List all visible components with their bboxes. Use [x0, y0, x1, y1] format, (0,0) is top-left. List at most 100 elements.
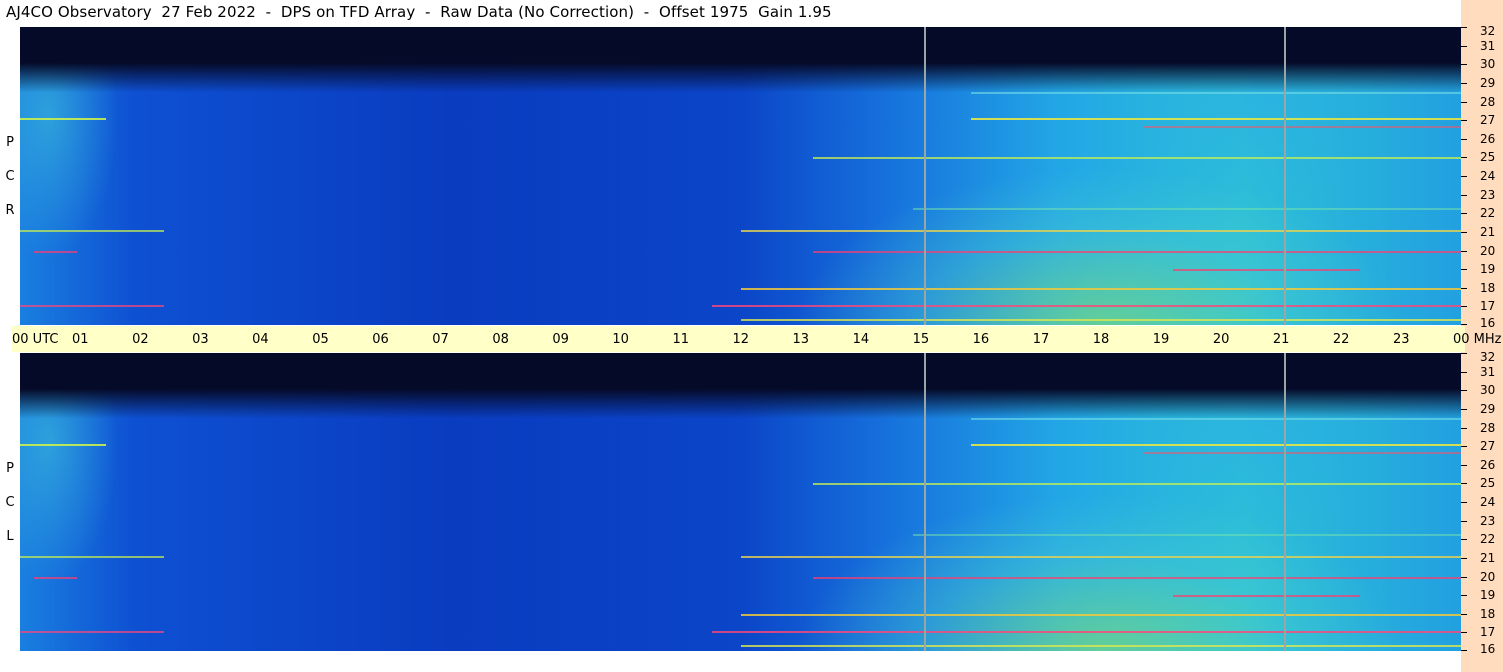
emission-band	[813, 483, 1461, 485]
frequency-tick	[1461, 83, 1467, 84]
emission-band	[1173, 595, 1360, 597]
frequency-tick-label: 21	[1480, 225, 1496, 239]
emission-band	[813, 251, 1461, 253]
emission-band	[1144, 126, 1461, 128]
frequency-tick-label: 29	[1480, 402, 1496, 416]
frequency-tick	[1461, 157, 1467, 158]
emission-band	[20, 444, 106, 446]
emission-band	[20, 631, 164, 633]
frequency-tick	[1461, 306, 1467, 307]
frequency-tick-label: 31	[1480, 365, 1496, 379]
utc-tick-label: 17	[1032, 332, 1050, 347]
frequency-tick	[1461, 46, 1467, 47]
frequency-tick-label: 28	[1480, 95, 1496, 109]
utc-tick-label: 00 MHz	[1453, 332, 1502, 347]
emission-band	[20, 118, 106, 120]
frequency-tick-label: 16	[1480, 316, 1496, 330]
frequency-tick-label: 25	[1480, 150, 1496, 164]
utc-tick-label: 12	[732, 332, 750, 347]
frequency-tick	[1461, 409, 1467, 410]
frequency-tick-label: 18	[1480, 607, 1496, 621]
frequency-tick	[1461, 539, 1467, 540]
frequency-tick	[1461, 139, 1467, 140]
frequency-tick	[1461, 595, 1467, 596]
emission-band	[20, 305, 164, 307]
emission-band	[741, 614, 1461, 616]
frequency-tick	[1461, 27, 1467, 28]
frequency-tick-label: 26	[1480, 458, 1496, 472]
frequency-tick-label: 25	[1480, 476, 1496, 490]
emission-band	[34, 251, 77, 253]
pol-letter: P	[6, 135, 14, 150]
frequency-tick-label: 22	[1480, 206, 1496, 220]
emission-band	[20, 556, 164, 558]
vertical-marker-line	[1284, 353, 1286, 651]
utc-tick-label: 00 UTC	[12, 332, 59, 347]
emission-band	[813, 577, 1461, 579]
frequency-tick-label: 30	[1480, 57, 1496, 71]
pol-letter: C	[5, 495, 15, 510]
utc-tick-label: 04	[252, 332, 269, 347]
utc-tick-label: 15	[912, 332, 930, 347]
emission-band	[741, 288, 1461, 290]
utc-tick-label: 03	[192, 332, 209, 347]
emission-band	[741, 319, 1461, 321]
frequency-tick	[1461, 632, 1467, 633]
frequency-tick	[1461, 428, 1467, 429]
frequency-tick-label: 30	[1480, 383, 1496, 397]
frequency-tick	[1461, 614, 1467, 615]
frequency-tick	[1461, 558, 1467, 559]
frequency-tick	[1461, 251, 1467, 252]
emission-band	[813, 157, 1461, 159]
frequency-tick-label: 31	[1480, 39, 1496, 53]
frequency-axis-top: 32 31 30 29 28 27 26 25 24 23 22 21 20 19 18 17 16	[1461, 25, 1503, 329]
utc-tick-label: 22	[1332, 332, 1350, 347]
frequency-tick-label: 16	[1480, 642, 1496, 656]
emission-band	[971, 444, 1461, 446]
pol-letter: R	[5, 203, 15, 218]
rcp-spectrogram	[20, 27, 1461, 325]
frequency-tick-label: 17	[1480, 625, 1496, 639]
utc-tick-label: 21	[1272, 332, 1290, 347]
emission-band	[1144, 452, 1461, 454]
frequency-tick-label: 22	[1480, 532, 1496, 546]
frequency-tick	[1461, 64, 1467, 65]
frequency-tick-label: 17	[1480, 299, 1496, 313]
emission-band	[971, 92, 1461, 94]
frequency-tick-label: 20	[1480, 244, 1496, 258]
pol-letter: C	[5, 169, 15, 184]
lcp-spectrogram	[20, 353, 1461, 651]
frequency-tick-label: 23	[1480, 514, 1496, 528]
frequency-tick	[1461, 120, 1467, 121]
frequency-tick-label: 19	[1480, 262, 1496, 276]
frequency-tick	[1461, 650, 1467, 651]
utc-tick-label: 13	[792, 332, 810, 347]
emission-band	[741, 230, 1461, 232]
frequency-tick-label: 28	[1480, 421, 1496, 435]
frequency-tick-label: 24	[1480, 495, 1496, 509]
frequency-tick-label: 27	[1480, 439, 1496, 453]
frequency-tick-label: 32	[1480, 350, 1496, 364]
frequency-tick	[1461, 446, 1467, 447]
vertical-marker-line	[924, 27, 926, 325]
emission-band	[741, 645, 1461, 647]
emission-band	[712, 631, 1461, 633]
frequency-tick-label: 21	[1480, 551, 1496, 565]
utc-tick-label: 01	[72, 332, 89, 347]
frequency-tick-label: 19	[1480, 588, 1496, 602]
emission-band	[34, 577, 77, 579]
frequency-tick-label: 23	[1480, 188, 1496, 202]
vertical-marker-line	[924, 353, 926, 651]
utc-axis: 00 UTC 01 02 03 04 05 06 07 08 09 10 11 12 13 14 15 16 17…	[12, 326, 1502, 352]
utc-tick-label: 16	[972, 332, 990, 347]
frequency-axis-bottom: 32 31 30 29 28 27 26 25 24 23 22 21 20 19 18 17 16	[1461, 350, 1503, 655]
utc-tick-label: 06	[372, 332, 389, 347]
frequency-tick-label: 24	[1480, 169, 1496, 183]
vertical-marker-line	[1284, 27, 1286, 325]
frequency-tick	[1461, 353, 1467, 354]
frequency-tick	[1461, 372, 1467, 373]
frequency-tick-label: 20	[1480, 570, 1496, 584]
polarization-label-bottom: P C L	[0, 353, 20, 651]
utc-tick-label: 18	[1092, 332, 1110, 347]
utc-tick-label: 09	[552, 332, 569, 347]
